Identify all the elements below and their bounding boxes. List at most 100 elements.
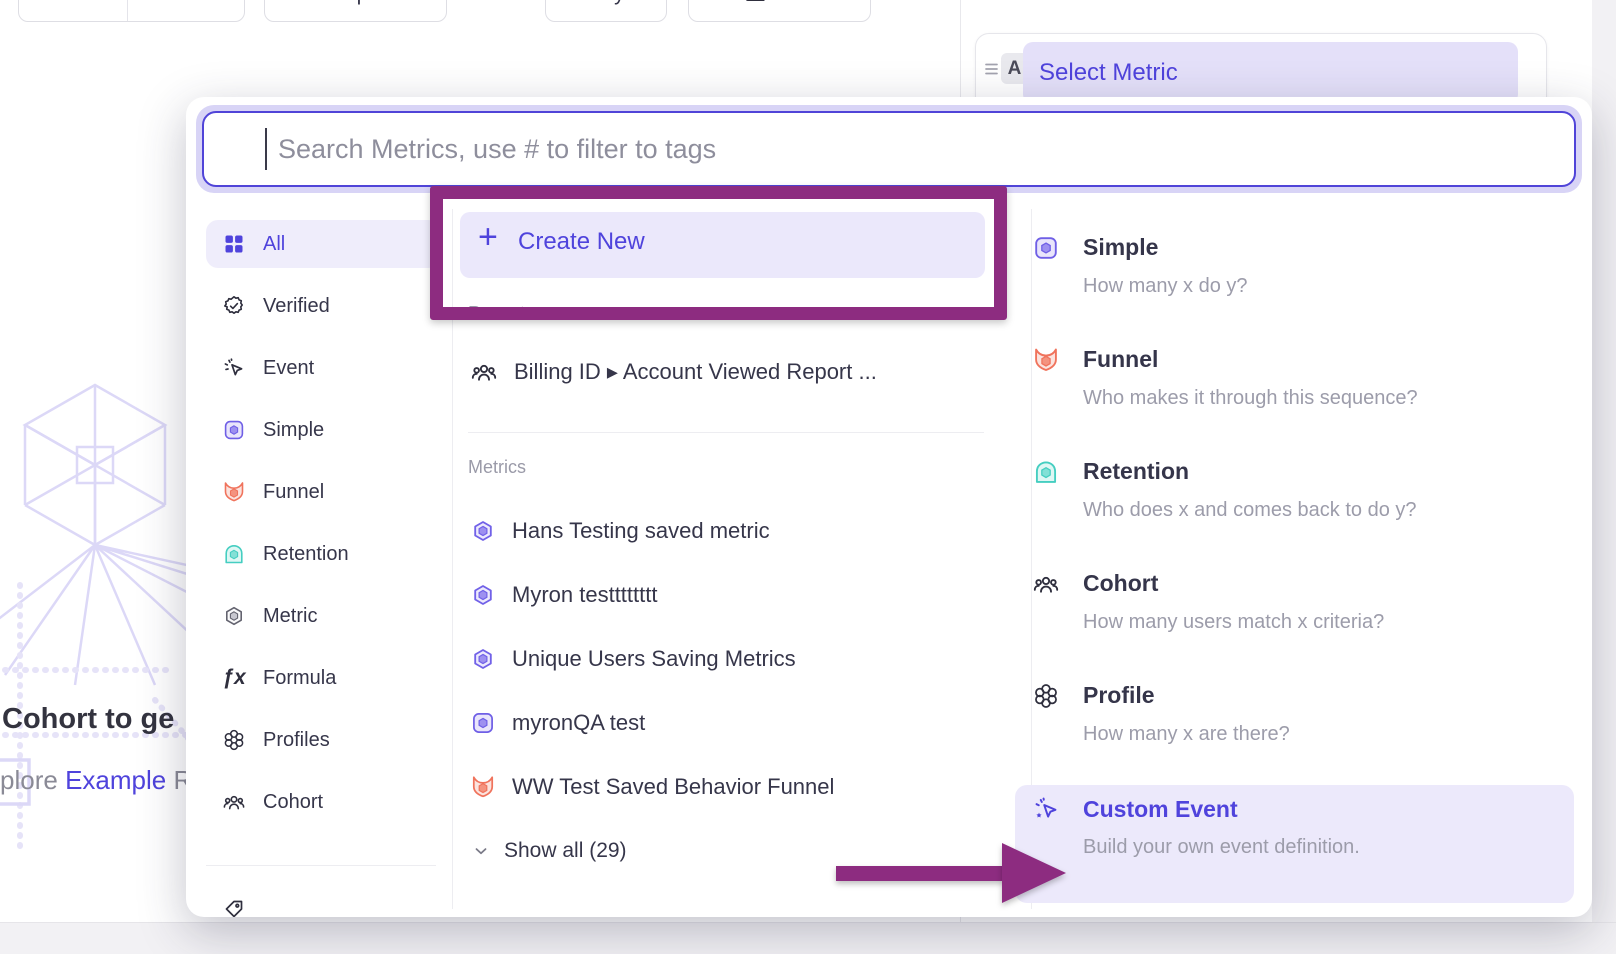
metric-item-label: Hans Testing saved metric	[512, 518, 770, 544]
type-cohort[interactable]: Cohort	[1083, 570, 1158, 597]
event-cursor-icon	[222, 356, 246, 380]
type-funnel-desc: Who makes it through this sequence?	[1083, 387, 1418, 410]
sidebar-label: Retention	[263, 543, 349, 566]
type-simple[interactable]: Simple	[1083, 234, 1158, 261]
type-custom-event[interactable]: Custom Event	[1083, 796, 1238, 823]
recents-divider	[468, 432, 984, 433]
recent-item-label: Billing ID ▸ Account Viewed Report ...	[514, 359, 877, 385]
metric-item-label: WW Test Saved Behavior Funnel	[512, 774, 834, 800]
type-retention-desc: Who does x and comes back to do y?	[1083, 499, 1417, 522]
sidebar-label: Funnel	[263, 481, 324, 504]
sidebar-label: Cohort	[263, 791, 323, 814]
sidebar-item-event[interactable]: Event	[206, 344, 440, 392]
sidebar-item-formula[interactable]: ƒx Formula	[206, 654, 440, 702]
sidebar-label: All	[263, 233, 285, 256]
sidebar-item-cohort[interactable]: Cohort	[206, 778, 440, 826]
metric-hexagon-icon	[222, 604, 246, 628]
app-screen: Cohort to ge plore Example Re 12M YTD Co…	[0, 0, 1616, 954]
sidebar-item-simple[interactable]: Simple	[206, 406, 440, 454]
tag-icon	[222, 897, 246, 917]
retention-icon	[222, 542, 246, 566]
date-range-segmented-control[interactable]: 12M YTD	[18, 0, 245, 22]
select-metric-label: Select Metric	[1039, 59, 1178, 87]
sidebar-item-profiles[interactable]: Profiles	[206, 716, 440, 764]
saved-metric-hexagon-icon	[470, 518, 496, 544]
metric-item-label: Unique Users Saving Metrics	[512, 646, 796, 672]
sidebar-label: Simple	[263, 419, 324, 442]
sidebar-label: Verified	[263, 295, 330, 318]
right-gutter	[1592, 0, 1616, 954]
sidebar-item-verified[interactable]: Verified	[206, 282, 440, 330]
example-reports-link[interactable]: Example	[65, 765, 166, 795]
range-ytd-label: YTD	[159, 0, 201, 6]
sidebar-label: Formula	[263, 667, 336, 690]
retention-icon[interactable]	[1032, 458, 1060, 486]
annotation-arrow-head	[1002, 843, 1066, 903]
type-funnel[interactable]: Funnel	[1083, 346, 1158, 373]
compare-label: Compare	[312, 0, 398, 6]
metric-item-label: myronQA test	[512, 710, 645, 736]
type-profile-desc: How many x are there?	[1083, 723, 1290, 746]
grid-icon	[222, 232, 246, 256]
custom-event-icon[interactable]	[1032, 796, 1060, 824]
text-caret	[265, 128, 267, 170]
type-profile[interactable]: Profile	[1083, 682, 1155, 709]
simple-metric-icon	[222, 418, 246, 442]
metric-list-item[interactable]: myronQA test	[470, 710, 645, 736]
select-metric-button[interactable]: Select Metric	[1023, 42, 1518, 104]
chart-type-button[interactable]: Line	[688, 0, 871, 22]
sidebar-item-all[interactable]: All	[206, 220, 440, 268]
show-all-label: Show all (29)	[504, 839, 627, 863]
simple-metric-icon	[470, 710, 496, 736]
simple-metric-icon[interactable]	[1032, 234, 1060, 262]
funnel-icon	[222, 480, 246, 504]
empty-state-subline: plore Example Re	[0, 765, 207, 796]
range-12m-button[interactable]: 12M	[19, 0, 117, 6]
segment-divider	[127, 0, 128, 21]
recent-item-row[interactable]: Billing ID ▸ Account Viewed Report ...	[470, 358, 877, 386]
metric-list-item[interactable]: Hans Testing saved metric	[470, 518, 770, 544]
range-ytd-button[interactable]: YTD	[138, 0, 244, 6]
sidebar-item-funnel[interactable]: Funnel	[206, 468, 440, 516]
funnel-icon	[470, 774, 496, 800]
sidebar-label: Metric	[263, 605, 317, 628]
verified-badge-icon	[222, 294, 246, 318]
chart-type-label: Line	[778, 0, 818, 6]
sidebar-item-metric[interactable]: Metric	[206, 592, 440, 640]
annotation-rectangle	[430, 186, 1007, 320]
cohort-people-icon[interactable]	[1032, 570, 1060, 598]
metric-list-item[interactable]: Unique Users Saving Metrics	[470, 646, 796, 672]
funnel-icon[interactable]	[1032, 346, 1060, 374]
metric-list-item[interactable]: Myron testttttttt	[470, 582, 657, 608]
chevron-down-icon	[472, 842, 490, 860]
cohort-people-icon	[222, 790, 246, 814]
sidebar-item-retention[interactable]: Retention	[206, 530, 440, 578]
saved-metric-hexagon-icon	[470, 646, 496, 672]
sidebar-section-divider	[206, 865, 436, 866]
interval-button[interactable]: Day	[545, 0, 667, 22]
chevron-down-icon	[209, 0, 223, 1]
formula-fx-icon: ƒx	[222, 666, 246, 690]
type-simple-desc: How many x do y?	[1083, 275, 1248, 298]
sidebar-label: Event	[263, 357, 314, 380]
profiles-flower-icon	[222, 728, 246, 752]
interval-label: Day	[587, 0, 624, 6]
bottom-gutter	[0, 922, 1616, 954]
metrics-header: Metrics	[468, 457, 526, 478]
saved-metric-hexagon-icon	[470, 582, 496, 608]
subline-fragment: plore	[0, 765, 58, 795]
compare-button[interactable]: Compare	[264, 0, 447, 22]
metric-list-item[interactable]: WW Test Saved Behavior Funnel	[470, 774, 834, 800]
type-custom-event-desc: Build your own event definition.	[1083, 836, 1360, 859]
search-input[interactable]	[202, 111, 1576, 187]
type-cohort-desc: How many users match x criteria?	[1083, 611, 1384, 634]
line-chart-icon	[742, 0, 768, 7]
type-retention[interactable]: Retention	[1083, 458, 1189, 485]
show-all-toggle[interactable]: Show all (29)	[472, 839, 627, 863]
sidebar-label: Profiles	[263, 729, 330, 752]
profile-flower-icon[interactable]	[1032, 682, 1060, 710]
annotation-arrow	[836, 866, 1004, 881]
empty-state-headline-fragment: Cohort to ge	[2, 703, 174, 736]
drag-handle-icon[interactable]	[984, 56, 999, 82]
cohort-people-icon	[470, 358, 498, 386]
